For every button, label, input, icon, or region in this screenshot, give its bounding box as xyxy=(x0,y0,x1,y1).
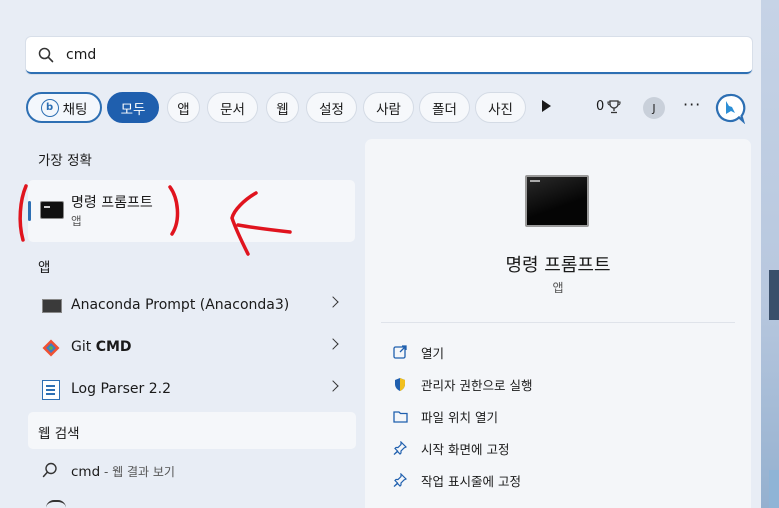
filter-folders[interactable]: 폴더 xyxy=(419,92,470,123)
action-run-as-admin[interactable]: 관리자 권한으로 실행 xyxy=(391,372,731,396)
rewards-points[interactable]: 0 xyxy=(596,99,621,114)
action-open-file-location[interactable]: 파일 위치 열기 xyxy=(391,404,731,428)
next-section-icon-partial xyxy=(46,500,66,508)
filter-bar: b 채팅 모두 앱 문서 웹 설정 사람 폴더 사진 0 J ··· xyxy=(26,92,756,124)
bing-icon[interactable] xyxy=(714,92,746,124)
desktop-edge xyxy=(761,0,779,508)
action-open-file-location-label: 파일 위치 열기 xyxy=(421,409,498,425)
apps-header: 앱 xyxy=(38,260,51,276)
git-icon xyxy=(42,339,60,357)
action-pin-start[interactable]: 시작 화면에 고정 xyxy=(391,436,731,460)
action-pin-taskbar[interactable]: 작업 표시줄에 고정 xyxy=(391,468,731,492)
filter-settings[interactable]: 설정 xyxy=(306,92,357,123)
chevron-right-icon[interactable] xyxy=(327,296,339,308)
command-prompt-icon xyxy=(40,201,64,219)
start-search-panel: b 채팅 모두 앱 문서 웹 설정 사람 폴더 사진 0 J ··· 가장 정확… xyxy=(0,0,764,508)
points-value: 0 xyxy=(596,99,605,114)
filter-photos[interactable]: 사진 xyxy=(475,92,526,123)
folder-icon xyxy=(391,407,409,425)
pin-icon xyxy=(391,439,409,457)
search-box[interactable] xyxy=(26,37,752,74)
action-pin-taskbar-label: 작업 표시줄에 고정 xyxy=(421,473,521,489)
filter-apps[interactable]: 앱 xyxy=(167,92,200,123)
open-icon xyxy=(391,343,409,361)
more-options-icon[interactable]: ··· xyxy=(683,95,701,114)
filter-web[interactable]: 웹 xyxy=(266,92,299,123)
best-match-header: 가장 정확 xyxy=(38,153,92,169)
chevron-right-icon[interactable] xyxy=(327,338,339,350)
search-icon xyxy=(42,462,57,478)
action-pin-start-label: 시작 화면에 고정 xyxy=(421,441,510,457)
divider xyxy=(381,322,735,323)
app-label: Git CMD xyxy=(71,339,132,355)
bing-chat-icon: b xyxy=(40,98,59,117)
app-label-prefix: Git xyxy=(71,339,96,355)
web-search-query-text: cmd - 웹 결과 보기 xyxy=(71,463,175,480)
web-search-item[interactable]: cmd - 웹 결과 보기 xyxy=(28,454,355,488)
app-label-match: CMD xyxy=(95,339,132,355)
app-label: Log Parser 2.2 xyxy=(71,381,171,397)
search-input[interactable] xyxy=(66,39,666,70)
log-parser-icon xyxy=(42,380,60,400)
app-item-git-cmd[interactable]: Git CMD xyxy=(28,329,355,367)
detail-title: 명령 프롬프트 xyxy=(505,255,611,276)
search-icon xyxy=(26,36,66,73)
filter-chat[interactable]: b 채팅 xyxy=(26,92,102,123)
desktop-edge-dark xyxy=(769,270,779,320)
action-run-as-admin-label: 관리자 권한으로 실행 xyxy=(421,377,533,393)
more-filters-play-icon[interactable] xyxy=(542,100,551,112)
web-search-query: cmd xyxy=(71,464,101,480)
filter-chat-label: 채팅 xyxy=(62,101,88,118)
web-search-header-label: 웹 검색 xyxy=(38,426,80,442)
app-item-anaconda[interactable]: Anaconda Prompt (Anaconda3) xyxy=(28,287,355,325)
desktop-edge-light xyxy=(769,470,779,508)
chevron-right-icon[interactable] xyxy=(327,380,339,392)
command-prompt-large-icon xyxy=(525,175,589,227)
filter-people[interactable]: 사람 xyxy=(363,92,414,123)
web-search-header: 웹 검색 xyxy=(28,412,356,449)
best-match-item[interactable]: 명령 프롬프트 앱 xyxy=(28,180,355,242)
best-match-title: 명령 프롬프트 xyxy=(71,195,153,211)
best-match-subtitle: 앱 xyxy=(71,214,82,228)
web-search-hint: - 웹 결과 보기 xyxy=(100,465,175,479)
pin-icon xyxy=(391,471,409,489)
app-label: Anaconda Prompt (Anaconda3) xyxy=(71,297,290,313)
shield-icon xyxy=(391,375,409,393)
filter-all[interactable]: 모두 xyxy=(107,92,159,123)
detail-pane: 명령 프롬프트 앱 열기 관리자 권한으로 실행 파일 위치 열기 시작 화면에… xyxy=(365,139,751,508)
selection-indicator xyxy=(28,201,31,221)
account-avatar[interactable]: J xyxy=(643,97,665,119)
action-open-label: 열기 xyxy=(421,345,445,361)
action-open[interactable]: 열기 xyxy=(391,340,731,364)
app-item-log-parser[interactable]: Log Parser 2.2 xyxy=(28,371,355,409)
filter-documents[interactable]: 문서 xyxy=(207,92,258,123)
trophy-icon xyxy=(607,99,621,113)
anaconda-prompt-icon xyxy=(42,299,62,313)
detail-subtitle: 앱 xyxy=(552,281,564,295)
